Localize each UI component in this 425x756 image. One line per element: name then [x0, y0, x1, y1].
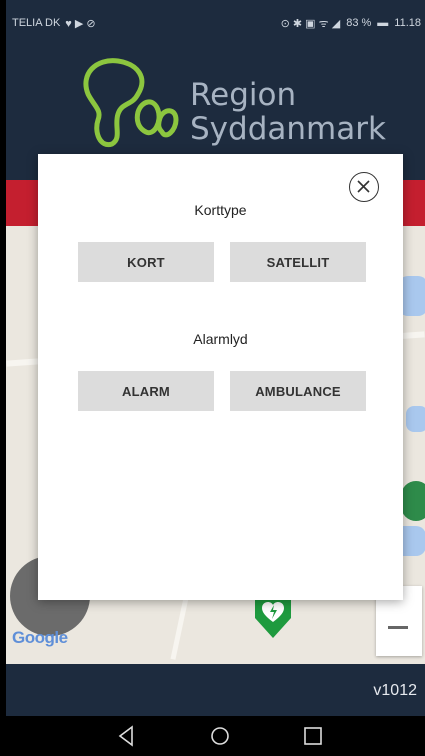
recents-icon[interactable] — [302, 724, 324, 748]
close-button[interactable] — [349, 172, 379, 202]
settings-dialog: Korttype KORT SATELLIT Alarmlyd ALARM AM… — [38, 154, 403, 600]
alarm-sound-ambulance-button[interactable]: AMBULANCE — [230, 371, 366, 411]
map-type-title: Korttype — [194, 202, 247, 218]
map-type-satellit-button[interactable]: SATELLIT — [230, 242, 366, 282]
brand-line2: Syddanmark — [190, 111, 386, 147]
notification-icons: ♥ ▶ ⊘ — [65, 17, 96, 30]
carrier-label: TELIA DK — [12, 17, 61, 29]
clock-label: 11.18 — [394, 17, 421, 29]
status-icons: ⊙ ✱ ▣ ᯤ ◢ — [280, 17, 341, 30]
google-logo: Google — [12, 628, 68, 648]
battery-icon: ▬ — [377, 17, 389, 29]
brand-name: Region Syddanmark — [190, 78, 386, 146]
alarm-sound-title: Alarmlyd — [193, 331, 248, 347]
home-icon[interactable] — [208, 724, 232, 748]
close-icon — [357, 180, 370, 193]
status-bar: TELIA DK ♥ ▶ ⊘ ⊙ ✱ ▣ ᯤ ◢ 83 % ▬ 11.18 — [6, 0, 425, 46]
google-logo-text: Google — [12, 628, 68, 647]
zoom-out-icon[interactable] — [388, 626, 408, 629]
battery-label: 83 % — [346, 17, 372, 29]
alarm-sound-alarm-button[interactable]: ALARM — [78, 371, 214, 411]
app-screen: TELIA DK ♥ ▶ ⊘ ⊙ ✱ ▣ ᯤ ◢ 83 % ▬ 11.18 Re… — [6, 0, 425, 756]
status-right: ⊙ ✱ ▣ ᯤ ◢ 83 % ▬ 11.18 — [281, 16, 421, 31]
status-left: TELIA DK ♥ ▶ ⊘ — [12, 17, 96, 30]
back-icon[interactable] — [116, 724, 136, 748]
map-park — [401, 481, 425, 521]
app-footer: v1012 — [6, 664, 425, 716]
version-label: v1012 — [373, 682, 417, 699]
map-type-kort-button[interactable]: KORT — [78, 242, 214, 282]
map-water — [406, 406, 425, 432]
region-logo-icon — [83, 58, 179, 148]
android-navbar — [6, 716, 425, 756]
brand-line1: Region — [190, 77, 297, 113]
